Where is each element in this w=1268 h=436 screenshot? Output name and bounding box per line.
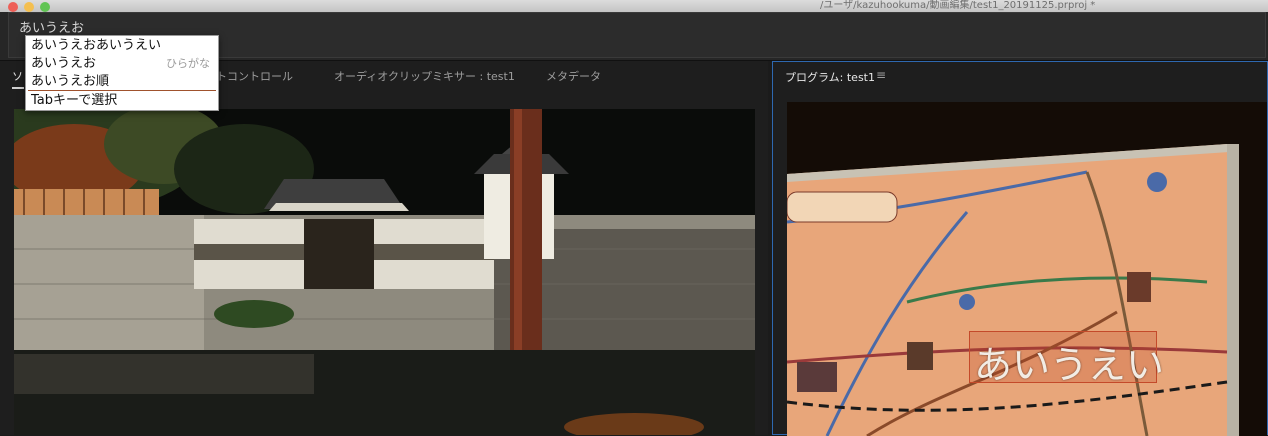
minimize-window-button[interactable] <box>24 2 34 12</box>
ime-divider <box>28 90 216 91</box>
program-panel-title[interactable]: プログラム: test1 <box>785 69 875 85</box>
title-input-value[interactable]: あいうえお <box>19 17 84 36</box>
ime-tab-hint: Tabキーで選択 <box>31 93 118 108</box>
source-video-frame[interactable] <box>14 109 755 435</box>
castle-night-image <box>14 109 755 435</box>
close-window-button[interactable] <box>8 2 18 12</box>
program-video-frame[interactable]: あいうえい <box>787 102 1267 436</box>
tab-effect-controls[interactable]: トコントロール <box>216 68 293 84</box>
window-title: /ユーザ/kazuhookuma/動画編集/test1_20191125.prp… <box>820 0 1096 11</box>
ime-candidate-3[interactable]: あいうえお順 <box>31 73 109 91</box>
zoom-window-button[interactable] <box>40 2 50 12</box>
tab-metadata[interactable]: メタデータ <box>546 68 601 84</box>
ime-candidate-menu: あいうえおあいうえい あいうえお ひらがな あいうえお順 Tabキーで選択 <box>25 35 219 111</box>
active-tab-indicator <box>12 87 24 89</box>
source-monitor-panel: ソ トコントロール オーディオクリップミキサー : test1 メタデータ <box>0 61 768 435</box>
ime-candidate-hint: ひらがな <box>166 57 210 70</box>
ime-candidate-1[interactable]: あいうえおあいうえい <box>31 37 161 55</box>
hamburger-icon[interactable]: ≡ <box>876 68 886 82</box>
program-monitor-panel: プログラム: test1 ≡ あいうえい <box>772 61 1268 436</box>
window-titlebar: /ユーザ/kazuhookuma/動画編集/test1_20191125.prp… <box>0 0 1268 12</box>
caption-text[interactable]: あいうえい <box>974 334 1164 389</box>
tab-source[interactable]: ソ <box>12 68 23 84</box>
caption-text-box[interactable]: あいうえい <box>969 331 1164 387</box>
tab-audio-clip-mixer[interactable]: オーディオクリップミキサー : test1 <box>334 68 515 84</box>
ime-candidate-2[interactable]: あいうえお <box>31 55 96 73</box>
